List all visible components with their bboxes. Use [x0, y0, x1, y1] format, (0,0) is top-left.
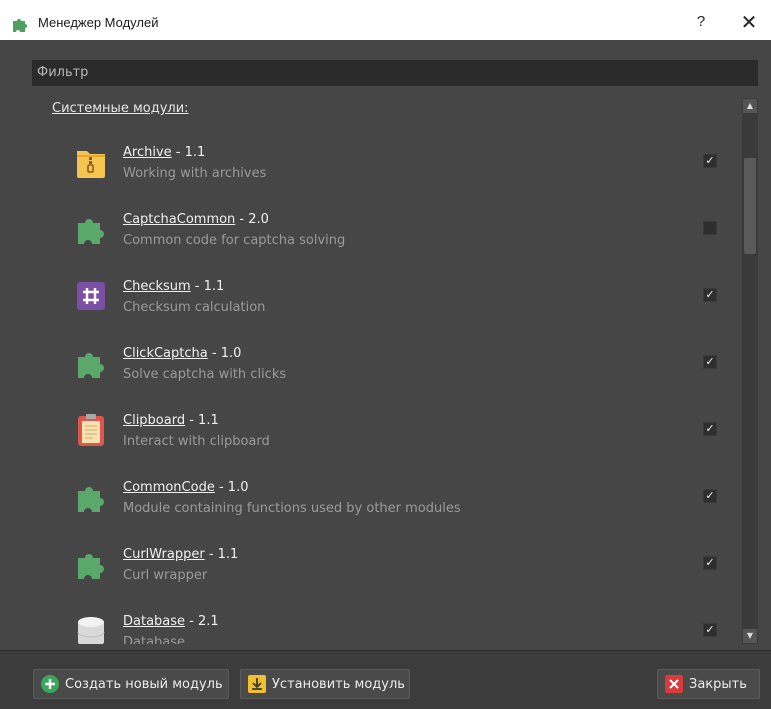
module-enable-checkbox[interactable]: ✓: [703, 623, 717, 637]
module-name-link[interactable]: Clipboard: [123, 413, 185, 428]
module-version: - 1.1: [185, 413, 219, 428]
module-name-link[interactable]: Archive: [123, 145, 172, 160]
hash-icon: [77, 282, 105, 310]
module-description: Interact with clipboard: [123, 434, 270, 449]
module-version: - 2.1: [185, 614, 219, 629]
module-enable-checkbox[interactable]: [703, 221, 717, 235]
module-item-captchacommon[interactable]: CaptchaCommon - 2.0 Common code for capt…: [32, 207, 740, 267]
module-version: - 1.1: [204, 547, 239, 562]
module-description: Checksum calculation: [123, 300, 266, 315]
module-enable-checkbox[interactable]: ✓: [703, 556, 717, 570]
module-name-link[interactable]: ClickCaptcha: [123, 346, 208, 361]
module-description: Curl wrapper: [123, 568, 208, 583]
module-enable-checkbox[interactable]: ✓: [703, 154, 717, 168]
module-name-link[interactable]: CommonCode: [123, 480, 215, 495]
download-arrow-icon: [248, 675, 266, 693]
module-manager-panel: Системные модули: Archive - 1.1 Working …: [0, 40, 771, 709]
dialog-button-bar: Создать новый модуль Установить модуль З…: [0, 650, 771, 709]
puzzle-icon: [78, 219, 104, 244]
section-title-system-modules[interactable]: Системные модули:: [52, 101, 189, 116]
module-version: - 1.1: [171, 145, 206, 160]
title-bar: Менеджер Модулей ? ✕: [0, 6, 771, 40]
module-description: Module containing functions used by othe…: [123, 501, 461, 516]
archive-zip-icon: [77, 151, 105, 178]
module-version: - 1.1: [190, 279, 225, 294]
module-description: Working with archives: [123, 166, 267, 181]
module-item-clickcaptcha[interactable]: ClickCaptcha - 1.0 Solve captcha with cl…: [32, 341, 740, 401]
close-window-button[interactable]: ✕: [738, 10, 760, 34]
scroll-down-arrow-icon[interactable]: ▼: [743, 629, 757, 643]
module-version: - 2.0: [235, 212, 269, 227]
close-x-icon: [665, 675, 683, 693]
install-module-label: Установить модуль: [272, 676, 405, 692]
create-module-label: Создать новый модуль: [65, 676, 223, 692]
module-enable-checkbox[interactable]: ✓: [703, 288, 717, 302]
database-icon: [77, 617, 105, 644]
module-enable-checkbox[interactable]: ✓: [703, 355, 717, 369]
window-title: Менеджер Модулей: [38, 15, 159, 30]
module-item-archive[interactable]: Archive - 1.1 Working with archives ✓: [32, 140, 740, 200]
module-version: - 1.0: [207, 346, 242, 361]
scrollbar-thumb[interactable]: [744, 158, 756, 254]
puzzle-icon: [78, 487, 104, 512]
close-button[interactable]: Закрыть: [657, 669, 760, 699]
plus-circle-icon: [41, 675, 59, 693]
module-enable-checkbox[interactable]: ✓: [703, 422, 717, 436]
module-description: Database: [123, 635, 186, 644]
module-item-curlwrapper[interactable]: CurlWrapper - 1.1 Curl wrapper ✓: [32, 542, 740, 602]
filter-input[interactable]: [32, 60, 758, 86]
module-item-commoncode[interactable]: CommonCode - 1.0 Module containing funct…: [32, 475, 740, 535]
module-name-link[interactable]: CaptchaCommon: [123, 212, 235, 227]
module-version: - 1.0: [214, 480, 249, 495]
puzzle-icon: [78, 353, 104, 378]
module-name-link[interactable]: Checksum: [123, 279, 191, 294]
module-name-link[interactable]: CurlWrapper: [123, 547, 205, 562]
install-module-button[interactable]: Установить модуль: [240, 669, 410, 699]
module-item-database[interactable]: Database - 2.1 Database ✓: [32, 609, 740, 644]
module-description: Solve captcha with clicks: [123, 367, 287, 382]
puzzle-icon: [13, 19, 27, 32]
module-list-scrollbar[interactable]: ▲ ▼: [742, 98, 758, 644]
help-button[interactable]: ?: [691, 11, 711, 33]
module-enable-checkbox[interactable]: ✓: [703, 489, 717, 503]
close-label: Закрыть: [689, 676, 747, 692]
module-description: Common code for captcha solving: [123, 233, 346, 248]
create-module-button[interactable]: Создать новый модуль: [33, 669, 229, 699]
module-item-checksum[interactable]: Checksum - 1.1 Checksum calculation ✓: [32, 274, 740, 334]
module-item-clipboard[interactable]: Clipboard - 1.1 Interact with clipboard …: [32, 408, 740, 468]
scroll-up-arrow-icon[interactable]: ▲: [743, 99, 757, 113]
module-list: Archive - 1.1 Working with archives ✓ Ca…: [32, 132, 740, 644]
module-name-link[interactable]: Database: [123, 614, 185, 629]
clipboard-icon: [78, 414, 104, 446]
puzzle-icon: [78, 554, 104, 579]
